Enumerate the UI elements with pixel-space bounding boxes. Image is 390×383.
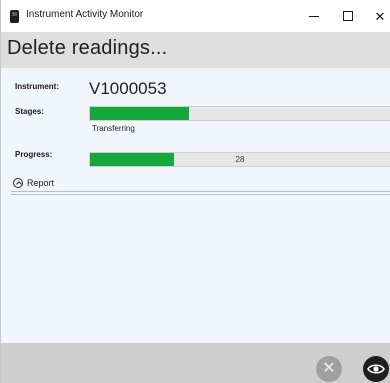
view-button[interactable] (363, 356, 389, 382)
title-bar: Instrument Activity Monitor ✕ (1, 0, 390, 32)
progress-value: 28 (235, 155, 245, 164)
page-title: Delete readings... (7, 37, 168, 59)
overall-progress-bar: 28 (89, 152, 390, 167)
stage-progress-fill (90, 107, 189, 120)
report-toggle[interactable]: Report (13, 176, 54, 190)
progress-label: Progress: (15, 150, 53, 159)
close-button[interactable]: ✕ (365, 0, 390, 32)
cancel-button[interactable]: ✕ (316, 356, 342, 382)
close-icon: ✕ (374, 8, 386, 24)
instrument-icon (10, 10, 19, 23)
footer-bar: ✕ (1, 343, 390, 383)
report-label: Report (27, 178, 55, 188)
page-header: Delete readings... (1, 32, 390, 68)
divider (11, 194, 390, 195)
stage-progress-bar (89, 106, 390, 121)
eye-icon (367, 364, 385, 374)
chevron-up-icon (13, 178, 23, 188)
minimize-icon (309, 15, 319, 17)
stage-status: Transferring (92, 124, 135, 133)
app-window: Instrument Activity Monitor ✕ Delete rea… (0, 0, 390, 383)
window-title: Instrument Activity Monitor (26, 9, 144, 20)
minimize-button[interactable] (299, 0, 329, 32)
instrument-value: V1000053 (89, 79, 167, 98)
maximize-icon (343, 11, 353, 21)
close-icon: ✕ (322, 360, 336, 377)
stages-label: Stages: (15, 107, 44, 116)
divider (11, 191, 390, 192)
maximize-button[interactable] (333, 0, 363, 32)
instrument-label: Instrument: (15, 82, 59, 91)
